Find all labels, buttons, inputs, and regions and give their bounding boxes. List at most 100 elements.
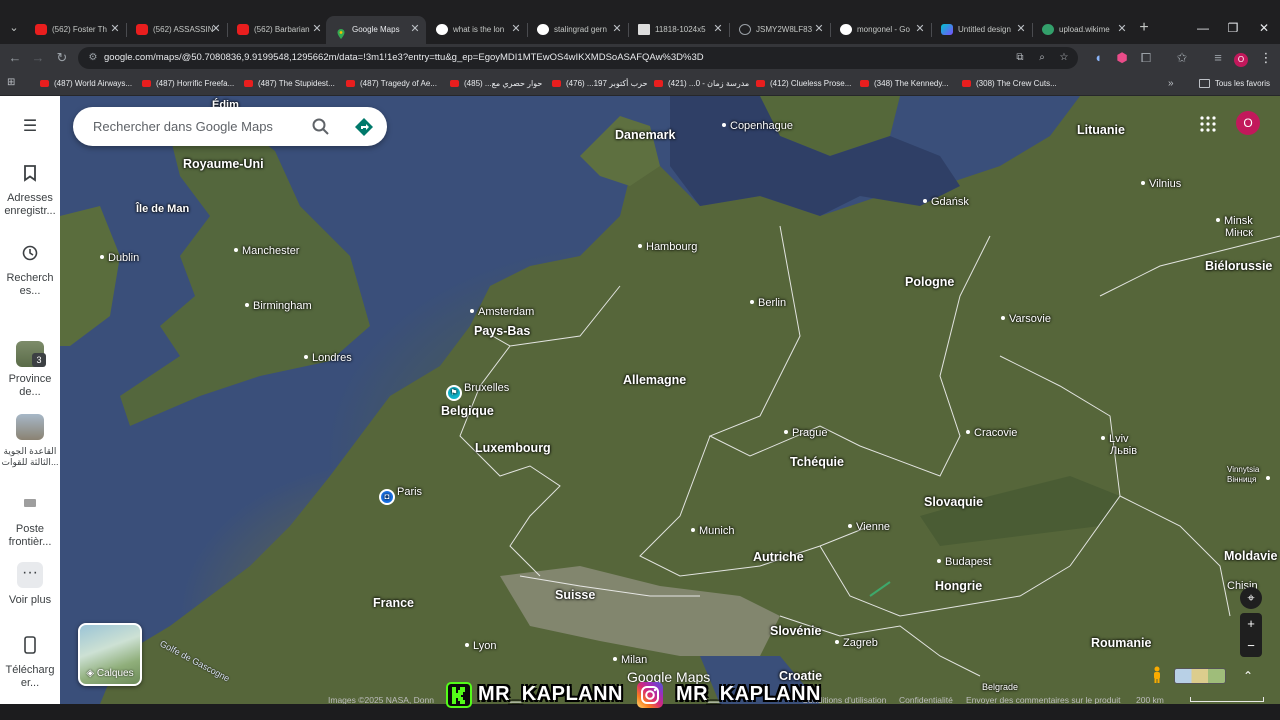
close-icon[interactable]: ✕	[813, 16, 825, 43]
country-label-romania: Roumanie	[1091, 636, 1152, 650]
bookmark-item[interactable]: (348) The Kennedy...	[860, 77, 948, 91]
country-label-belarus: Biélorussie	[1205, 259, 1273, 273]
tab-search-chevron-icon[interactable]: ⌄	[6, 20, 22, 36]
city-label-zagreb: Zagreb	[835, 637, 878, 649]
satellite-map[interactable]: Royaume-Uni Danemark Lituanie Pays-Bas B…	[60, 96, 1280, 704]
address-bar[interactable]: ⚙ google.com/maps/@50.7080836,9.9199548,…	[78, 47, 1078, 69]
country-label-uk: Royaume-Uni	[183, 157, 264, 171]
close-icon[interactable]: ✕	[311, 16, 323, 43]
search-input[interactable]	[93, 107, 303, 146]
city-label-london: Londres	[304, 352, 352, 364]
tab-jsmy[interactable]: JSMY2W8LF83 ✕	[730, 16, 830, 44]
url-text[interactable]: google.com/maps/@50.7080836,9.9199548,12…	[104, 47, 704, 69]
tab-youtube-foster[interactable]: (562) Foster Th ✕	[26, 16, 126, 44]
reload-icon[interactable]: ↻	[52, 48, 72, 68]
country-label-denmark: Danemark	[615, 128, 676, 142]
bookmark-item[interactable]: (487) World Airways...	[40, 77, 132, 91]
site-settings-icon[interactable]: ⚙	[86, 51, 100, 65]
extension-shield-icon[interactable]: ⬢	[1112, 48, 1132, 68]
scale-bar[interactable]	[1190, 697, 1264, 702]
close-icon[interactable]: ✕	[109, 16, 121, 43]
map-type-thumbnails[interactable]	[1174, 668, 1226, 684]
close-icon[interactable]: ✕	[510, 16, 522, 43]
tab-label: upload.wikime	[1059, 25, 1110, 34]
extension-icon[interactable]: ◖	[1088, 48, 1108, 68]
scale-label[interactable]: 200 km	[1136, 693, 1164, 704]
country-label-poland: Pologne	[905, 275, 955, 289]
search-icon[interactable]	[311, 117, 331, 137]
feedback-link[interactable]: Envoyer des commentaires sur le produit	[966, 693, 1121, 704]
tab-mongonel[interactable]: mongonel - Go ✕	[831, 16, 931, 44]
tab-stalingrad[interactable]: stalingrad gern ✕	[528, 16, 628, 44]
browser-menu-icon[interactable]: ⋮	[1256, 48, 1276, 68]
recent-count-badge: 3	[32, 353, 46, 367]
close-icon[interactable]: ✕	[712, 16, 724, 43]
bookmarks-overflow-button[interactable]: »	[1168, 77, 1174, 91]
bookmark-item[interactable]: (412) Clueless Prose...	[756, 77, 851, 91]
tab-untitled-design[interactable]: Untitled design ✕	[932, 16, 1032, 44]
profile-avatar[interactable]: O	[1231, 48, 1251, 68]
all-bookmarks-button[interactable]: Tous les favoris	[1198, 77, 1270, 91]
recents-button[interactable]: Recherch es...	[0, 244, 60, 298]
bookmark-item[interactable]: (487) Tragedy of Ae...	[346, 77, 437, 91]
tab-label: what is the lon	[453, 25, 505, 34]
bookmark-item[interactable]: حوار حصري مع... (485)	[450, 77, 542, 91]
pegman-icon[interactable]	[1150, 666, 1164, 684]
restore-icon[interactable]: ❐	[1220, 18, 1246, 38]
zoom-out-button[interactable]: −	[1240, 635, 1262, 657]
saved-pin-paris[interactable]: ◘ Paris	[379, 486, 422, 505]
favorites-icon[interactable]: ✩	[1172, 48, 1192, 68]
extensions-puzzle-icon[interactable]: ⧠	[1136, 48, 1156, 68]
new-tab-icon[interactable]: +	[1136, 20, 1152, 36]
zoom-in-button[interactable]: +	[1240, 613, 1262, 635]
close-icon[interactable]: ✕	[914, 16, 926, 43]
google-apps-icon[interactable]	[1200, 116, 1216, 132]
download-app-label: Télécharg er...	[5, 664, 55, 689]
close-window-icon[interactable]: ✕	[1251, 18, 1277, 38]
recent-place-province[interactable]: 3 Province de...	[0, 341, 60, 399]
recent-place-label: Poste frontièr...	[8, 523, 52, 548]
close-icon[interactable]: ✕	[1116, 16, 1128, 43]
see-more-button[interactable]: ··· Voir plus	[0, 562, 60, 607]
bookmark-item[interactable]: (308) The Crew Cuts...	[962, 77, 1057, 91]
saved-button[interactable]: Adresses enregistr...	[0, 164, 60, 218]
kick-handle: MR_KAPLANN	[478, 683, 623, 705]
forward-arrow-icon[interactable]: →	[28, 48, 48, 68]
close-icon[interactable]: ✕	[210, 16, 222, 43]
saved-pin-brussels[interactable]: ⚑ Bruxelles	[446, 382, 509, 401]
tab-google-maps[interactable]: Google Maps ✕	[326, 16, 426, 44]
media-control-icon[interactable]: ≡	[1208, 48, 1228, 68]
apps-grid-icon[interactable]: ⊞	[7, 77, 15, 88]
bookmark-item[interactable]: (487) Horrific Freefa...	[142, 77, 234, 91]
tab-youtube-barbarian[interactable]: (562) Barbarian ✕	[228, 16, 328, 44]
bookmark-star-icon[interactable]: ☆	[1056, 50, 1072, 66]
download-app-button[interactable]: Télécharg er...	[0, 636, 60, 690]
close-icon[interactable]: ✕	[611, 16, 623, 43]
zoom-icon[interactable]: ⌕	[1034, 50, 1050, 66]
tab-what-is-the[interactable]: what is the lon ✕	[427, 16, 527, 44]
back-arrow-icon[interactable]: ←	[5, 48, 25, 68]
directions-icon[interactable]	[354, 117, 374, 137]
layers-button[interactable]: ◈ Calques	[78, 623, 142, 686]
minimize-icon[interactable]: —	[1190, 18, 1216, 38]
city-label-amsterdam: Amsterdam	[470, 306, 534, 318]
recents-label: Recherch es...	[6, 272, 54, 297]
recent-place-border-post[interactable]: Poste frontièr...	[0, 491, 60, 549]
expand-up-icon[interactable]: ⌃	[1240, 668, 1256, 684]
bookmark-item[interactable]: حرب أكتوبر 197... (476)	[552, 77, 648, 91]
privacy-link[interactable]: Confidentialité	[899, 693, 953, 704]
recent-place-airbase[interactable]: القاعدة الجوية الثالثة للقوات...	[0, 414, 60, 468]
my-location-button[interactable]: ⌖	[1240, 587, 1262, 609]
tab-upload-wikimedia[interactable]: upload.wikime ✕	[1033, 16, 1133, 44]
menu-button[interactable]: ☰	[0, 116, 60, 144]
country-label-belgium: Belgique	[441, 404, 494, 418]
close-icon[interactable]: ✕	[1015, 16, 1027, 43]
bookmark-item[interactable]: مدرسة زمان - 0... (421)	[654, 77, 749, 91]
country-label-germany: Allemagne	[623, 373, 687, 387]
bookmark-item[interactable]: (487) The Stupidest...	[244, 77, 335, 91]
account-avatar[interactable]: O	[1236, 111, 1260, 135]
tab-image-file[interactable]: 11818-1024x5 ✕	[629, 16, 729, 44]
tab-youtube-assassin[interactable]: (562) ASSASSIN ✕	[127, 16, 227, 44]
close-icon[interactable]: ✕	[409, 16, 421, 43]
install-app-icon[interactable]: ⧉	[1012, 50, 1028, 66]
